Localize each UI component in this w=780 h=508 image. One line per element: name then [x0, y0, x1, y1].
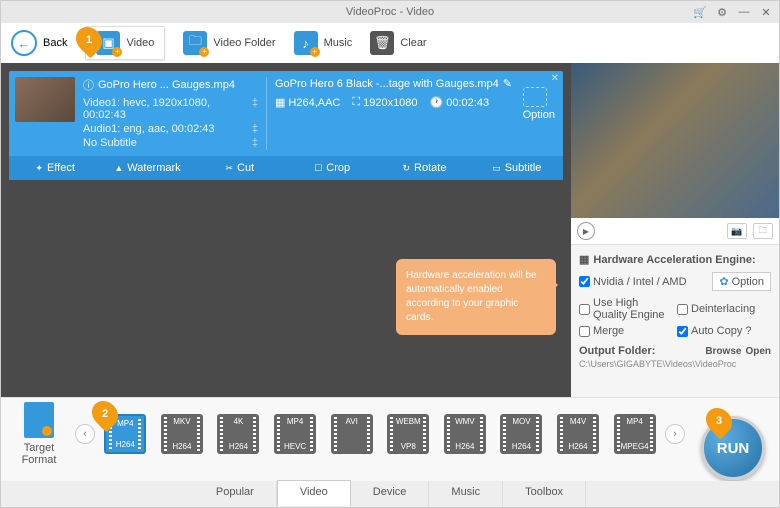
- info-icon: ⓘ: [83, 77, 94, 93]
- audio-track: Audio1: eng, aac, 00:02:43: [83, 123, 215, 135]
- watermark-button[interactable]: ▲ Watermark: [101, 156, 193, 180]
- source-filename: GoPro Hero ... Gauges.mp4: [98, 79, 235, 91]
- target-format-icon: [24, 402, 54, 438]
- snapshot-folder-button[interactable]: 🗀: [753, 223, 773, 239]
- format-mkv-h264[interactable]: MKVH264: [158, 414, 207, 454]
- crop-button[interactable]: ☐ Crop: [286, 156, 378, 180]
- format-avi-[interactable]: AVI: [327, 414, 376, 454]
- resolution-badge: ⛶ 1920x1080: [352, 96, 417, 109]
- format-row: Target Format ‹ MP4H264MKVH2644KH264MP4H…: [1, 398, 779, 470]
- play-button[interactable]: ▶: [577, 222, 595, 240]
- tab-popular[interactable]: Popular: [194, 481, 277, 507]
- toolbar: ← Back ▣+ Video 🗀+ Video Folder ♪+ Music…: [1, 23, 779, 63]
- edit-icon[interactable]: ✎: [503, 77, 512, 90]
- folder-icon: 🗀+: [183, 31, 207, 55]
- output-info: GoPro Hero 6 Black -...tage with Gauges.…: [275, 77, 557, 150]
- gear-icon: ✿: [719, 275, 728, 288]
- output-filename: GoPro Hero 6 Black -...tage with Gauges.…: [275, 78, 499, 90]
- cut-button[interactable]: ✂ Cut: [194, 156, 286, 180]
- main-area: ✕ ⓘ GoPro Hero ... Gauges.mp4 Video1: hev…: [1, 63, 779, 397]
- folder-label: Video Folder: [213, 37, 275, 49]
- format-mp4-mpeg4[interactable]: MP4MPEG4: [610, 414, 659, 454]
- clear-button[interactable]: 🗑 Clear: [370, 31, 426, 55]
- subtitle-button[interactable]: ▭ Subtitle: [471, 156, 563, 180]
- tab-video[interactable]: Video: [277, 480, 351, 506]
- effect-button[interactable]: ✦ Effect: [9, 156, 101, 180]
- format-4k-h264[interactable]: 4KH264: [214, 414, 263, 454]
- deinterlacing-checkbox[interactable]: Deinterlacing: [677, 297, 771, 321]
- auto-copy-checkbox[interactable]: Auto Copy ?: [677, 325, 771, 337]
- card-toolbar: ✦ Effect ▲ Watermark ✂ Cut ☐ Crop ↻ Rota…: [9, 156, 563, 180]
- open-button[interactable]: Open: [745, 346, 771, 357]
- video-track: Video1: hevc, 1920x1080, 00:02:43: [83, 97, 252, 121]
- window-title: VideoProc - Video: [346, 6, 434, 18]
- clear-label: Clear: [400, 37, 426, 49]
- back-arrow-icon: ←: [11, 30, 37, 56]
- preview-image: [571, 63, 779, 218]
- hw-title: ▦Hardware Acceleration Engine:: [579, 253, 771, 266]
- card-close-icon[interactable]: ✕: [551, 73, 559, 84]
- back-button[interactable]: ← Back: [11, 30, 67, 56]
- video-folder-button[interactable]: 🗀+ Video Folder: [183, 31, 275, 55]
- source-info: ⓘ GoPro Hero ... Gauges.mp4 Video1: hevc,…: [83, 77, 258, 150]
- hq-engine-checkbox[interactable]: Use High Quality Engine: [579, 297, 673, 321]
- format-webm-vp8[interactable]: WEBMVP8: [384, 414, 433, 454]
- preview-area: [571, 63, 779, 218]
- help-icon[interactable]: ?: [745, 325, 751, 337]
- hw-vendor-checkbox[interactable]: Nvidia / Intel / AMD: [579, 276, 687, 288]
- tab-music[interactable]: Music: [429, 481, 503, 507]
- music-button[interactable]: ♪+ Music: [294, 31, 353, 55]
- format-mov-h264[interactable]: MOVH264: [497, 414, 546, 454]
- format-list: MP4H264MKVH2644KH264MP4HEVCAVIWEBMVP8WMV…: [101, 414, 659, 454]
- preview-controls: ▶ 📷 🗀: [571, 218, 779, 244]
- browse-button[interactable]: Browse: [705, 346, 741, 357]
- hw-option-button[interactable]: ✿Option: [712, 272, 771, 291]
- option-label: Option: [523, 109, 555, 121]
- right-panel: ▶ 📷 🗀 ▦Hardware Acceleration Engine: Nvi…: [571, 63, 779, 397]
- video-label: Video: [126, 37, 154, 49]
- codec-badge: ▦ H264,AAC: [275, 96, 340, 109]
- format-prev-button[interactable]: ‹: [75, 424, 95, 444]
- back-label: Back: [43, 37, 67, 49]
- codec-option[interactable]: Option: [523, 87, 555, 121]
- music-label: Music: [324, 37, 353, 49]
- cart-icon[interactable]: 🛒: [693, 6, 707, 19]
- video-card[interactable]: ✕ ⓘ GoPro Hero ... Gauges.mp4 Video1: hev…: [9, 71, 563, 180]
- trash-icon: 🗑: [370, 31, 394, 55]
- rotate-button[interactable]: ↻ Rotate: [378, 156, 470, 180]
- close-icon[interactable]: ✕: [759, 6, 773, 19]
- output-folder-label: Output Folder:: [579, 345, 655, 357]
- format-next-button[interactable]: ›: [665, 424, 685, 444]
- video-thumbnail: [15, 77, 75, 122]
- output-path: C:\Users\GIGABYTE\Videos\VideoProc: [579, 359, 771, 369]
- codec-icon: [523, 87, 547, 107]
- minimize-icon[interactable]: —: [737, 6, 751, 18]
- settings-panel: ▦Hardware Acceleration Engine: Nvidia / …: [571, 244, 779, 377]
- title-bar: VideoProc - Video 🛒 ⚙ — ✕: [1, 1, 779, 23]
- window-controls: 🛒 ⚙ — ✕: [693, 6, 773, 19]
- format-mp4-hevc[interactable]: MP4HEVC: [271, 414, 320, 454]
- target-format[interactable]: Target Format: [9, 402, 69, 466]
- format-tabs: Popular Video Device Music Toolbox: [1, 481, 779, 507]
- hw-tooltip: Hardware acceleration will be automatica…: [396, 259, 556, 335]
- format-m4v-h264[interactable]: M4VH264: [554, 414, 603, 454]
- tab-toolbox[interactable]: Toolbox: [503, 481, 586, 507]
- chip-icon: ▦: [579, 253, 589, 266]
- merge-checkbox[interactable]: Merge: [579, 325, 673, 337]
- format-wmv-h264[interactable]: WMVH264: [441, 414, 490, 454]
- snapshot-button[interactable]: 📷: [727, 223, 747, 239]
- video-list-pane: ✕ ⓘ GoPro Hero ... Gauges.mp4 Video1: hev…: [1, 63, 571, 397]
- target-format-label: Target Format: [22, 442, 57, 466]
- tab-device[interactable]: Device: [351, 481, 430, 507]
- music-icon: ♪+: [294, 31, 318, 55]
- subtitle-track: No Subtitle: [83, 137, 137, 149]
- duration-badge: 🕐 00:02:43: [430, 96, 490, 109]
- output-folder: Output Folder: Browse Open C:\Users\GIGA…: [579, 345, 771, 369]
- settings-icon[interactable]: ⚙: [715, 6, 729, 19]
